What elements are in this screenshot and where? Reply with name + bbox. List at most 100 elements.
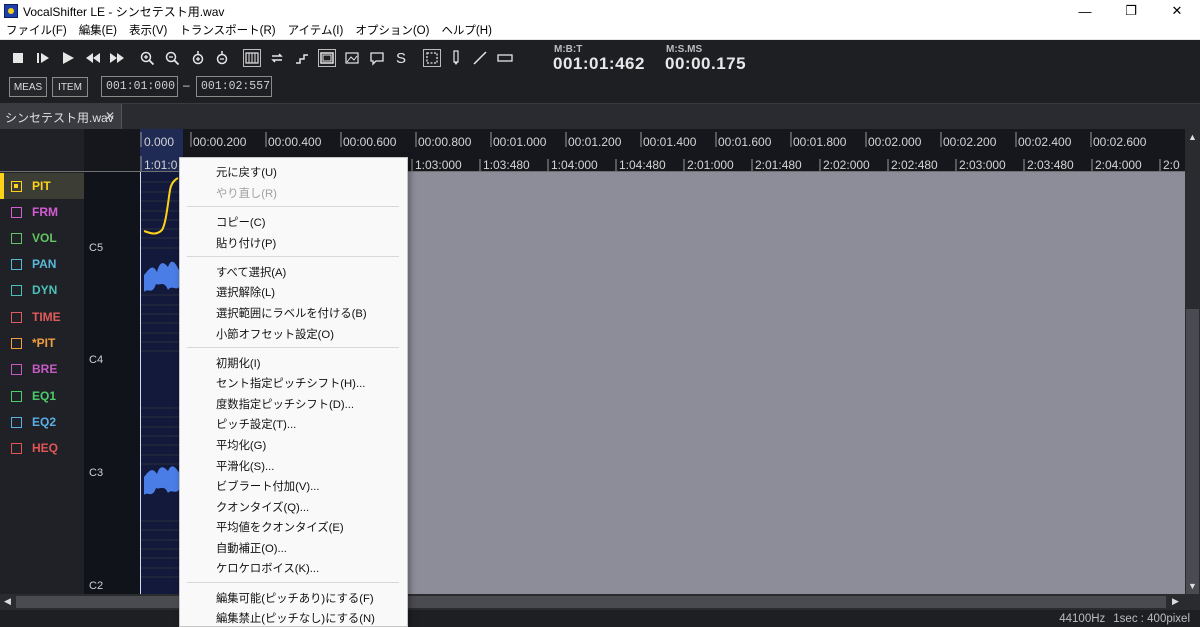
select-tool-icon[interactable] (423, 49, 441, 67)
range-separator: – (183, 78, 190, 92)
play-from-cursor-icon[interactable] (34, 49, 52, 67)
window-icon[interactable] (318, 49, 336, 67)
restore-button[interactable]: ❐ (1108, 0, 1154, 22)
menu-pitch-set[interactable]: ピッチ設定(T)... (216, 416, 296, 432)
track-checkbox[interactable] (11, 337, 22, 349)
track-frm[interactable]: FRM (0, 199, 84, 225)
menu-paste[interactable]: 貼り付け(P) (216, 235, 276, 251)
s-icon[interactable]: S (392, 49, 410, 67)
pitch-label-c4: C4 (89, 354, 104, 366)
menu-smooth[interactable]: 平滑化(S)... (216, 458, 274, 474)
track-checkbox[interactable] (11, 390, 22, 402)
measure-tick: 2:03:000 (959, 158, 1006, 172)
zoom-out-vertical-icon[interactable] (213, 49, 231, 67)
menu-transport[interactable]: トランスポート(R) (173, 22, 281, 40)
scroll-right-icon[interactable]: ▶ (1172, 596, 1179, 607)
menu-quantize[interactable]: クオンタイズ(Q)... (216, 499, 309, 515)
time-tick: 00:02.400 (1018, 135, 1072, 149)
track-dyn[interactable]: DYN (0, 277, 84, 303)
menu-undo[interactable]: 元に戻す(U) (216, 164, 277, 180)
menu-file[interactable]: ファイル(F) (0, 22, 73, 40)
app-icon (4, 4, 18, 18)
window-controls: — ❐ ✕ (1062, 0, 1200, 22)
vertical-scroll-thumb[interactable] (1186, 309, 1199, 599)
menu-editable[interactable]: 編集可能(ピッチあり)にする(F) (216, 590, 374, 606)
track-checkbox[interactable] (11, 258, 22, 270)
score-icon[interactable] (243, 49, 261, 67)
menu-average[interactable]: 平均化(G) (216, 437, 266, 453)
menu-view[interactable]: 表示(V) (123, 22, 173, 40)
menu-degree-shift[interactable]: 度数指定ピッチシフト(D)... (216, 396, 354, 412)
menu-select-all[interactable]: すべて選択(A) (216, 264, 286, 280)
eraser-icon[interactable] (496, 49, 514, 67)
track-checkbox[interactable] (11, 363, 22, 375)
minimize-button[interactable]: — (1062, 0, 1108, 22)
track-time[interactable]: TIME (0, 304, 84, 330)
scroll-up-icon[interactable]: ▲ (1188, 132, 1197, 142)
loop-icon[interactable] (268, 49, 286, 67)
menu-cent-shift[interactable]: セント指定ピッチシフト(H)... (216, 375, 365, 391)
track-label: PAN (32, 257, 57, 271)
track-eq2[interactable]: EQ2 (0, 409, 84, 435)
image-icon[interactable] (343, 49, 361, 67)
time-tick: 00:02.200 (943, 135, 997, 149)
rewind-icon[interactable] (84, 49, 102, 67)
track-checkbox[interactable] (11, 416, 22, 428)
measure-tick: 2:02:480 (891, 158, 938, 172)
track-star-pit[interactable]: *PIT (0, 330, 84, 356)
scroll-left-icon[interactable]: ◀ (4, 596, 11, 607)
menu-bar-offset[interactable]: 小節オフセット設定(O) (216, 326, 334, 342)
track-label: PIT (32, 179, 51, 193)
menu-deselect[interactable]: 選択解除(L) (216, 284, 275, 300)
meas-button[interactable]: MEAS (9, 77, 47, 97)
menu-copy[interactable]: コピー(C) (216, 214, 266, 230)
track-pan[interactable]: PAN (0, 251, 84, 277)
track-eq1[interactable]: EQ1 (0, 383, 84, 409)
menu-kerokero[interactable]: ケロケロボイス(K)... (216, 560, 319, 576)
menu-initialize[interactable]: 初期化(I) (216, 355, 261, 371)
measure-tick: 2:02:000 (823, 158, 870, 172)
step-icon[interactable] (293, 49, 311, 67)
menu-auto-correct[interactable]: 自動補正(O)... (216, 540, 287, 556)
menu-options[interactable]: オプション(O) (349, 22, 435, 40)
track-vol[interactable]: VOL (0, 225, 84, 251)
sample-rate: 44100Hz (1059, 612, 1106, 625)
track-panel: PIT FRM VOL PAN DYN TIME *PIT BRE EQ1 EQ… (0, 129, 84, 594)
document-tab[interactable]: シンセテスト用.wav ✕ (0, 104, 122, 130)
vertical-scrollbar[interactable]: ▲ ▼ (1185, 129, 1200, 599)
comment-icon[interactable] (368, 49, 386, 67)
menu-avg-quantize[interactable]: 平均値をクオンタイズ(E) (216, 519, 344, 535)
time-tick: 00:01.000 (493, 135, 547, 149)
zoom-in-vertical-icon[interactable] (189, 49, 207, 67)
measure-tick: 1:04:480 (619, 158, 666, 172)
menu-separator (187, 206, 399, 207)
track-pit[interactable]: PIT (0, 173, 84, 199)
track-heq[interactable]: HEQ (0, 435, 84, 461)
menu-vibrato[interactable]: ビブラート付加(V)... (216, 478, 320, 494)
menu-label-range[interactable]: 選択範囲にラベルを付ける(B) (216, 305, 367, 321)
track-checkbox[interactable] (11, 180, 22, 192)
menu-help[interactable]: ヘルプ(H) (435, 22, 497, 40)
zoom-out-horizontal-icon[interactable] (163, 49, 181, 67)
menu-edit[interactable]: 編集(E) (73, 22, 123, 40)
tab-close-icon[interactable]: ✕ (105, 109, 115, 123)
track-checkbox[interactable] (11, 232, 22, 244)
pencil-icon[interactable] (447, 49, 465, 67)
close-button[interactable]: ✕ (1154, 0, 1200, 22)
track-checkbox[interactable] (11, 206, 22, 218)
track-bre[interactable]: BRE (0, 356, 84, 382)
range-start-field[interactable]: 001:01:000 (101, 76, 178, 97)
fast-forward-icon[interactable] (108, 49, 126, 67)
item-button[interactable]: ITEM (52, 77, 88, 97)
stop-icon[interactable] (9, 49, 27, 67)
menu-locked[interactable]: 編集禁止(ピッチなし)にする(N) (216, 610, 375, 626)
line-tool-icon[interactable] (471, 49, 489, 67)
play-icon[interactable] (59, 49, 77, 67)
track-checkbox[interactable] (11, 311, 22, 323)
range-end-field[interactable]: 001:02:557 (196, 76, 272, 97)
scroll-down-icon[interactable]: ▼ (1188, 581, 1197, 591)
zoom-in-horizontal-icon[interactable] (138, 49, 156, 67)
menu-item[interactable]: アイテム(I) (282, 22, 350, 40)
track-checkbox[interactable] (11, 442, 22, 454)
track-checkbox[interactable] (11, 284, 22, 296)
